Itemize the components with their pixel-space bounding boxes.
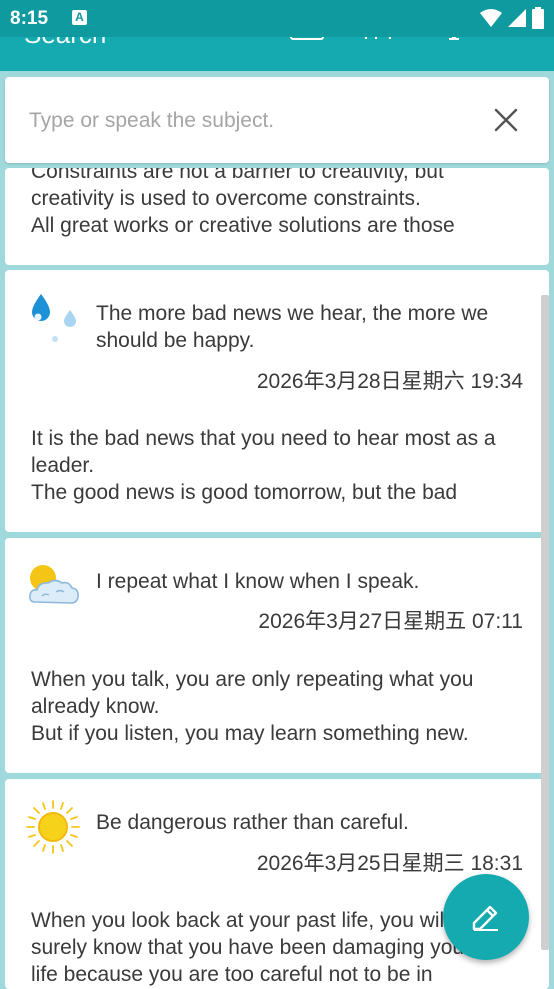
sunny-icon: [26, 800, 80, 854]
filter-icon[interactable]: [362, 37, 398, 45]
status-time: 8:15: [10, 8, 49, 29]
new-entry-button[interactable]: [443, 874, 529, 960]
entry-body: It is the bad news that you need to hear…: [31, 427, 496, 504]
keyboard-icon[interactable]: [290, 37, 324, 45]
info-icon[interactable]: [447, 37, 461, 45]
entry-date: 2026年3月28日星期六 19:34: [256, 370, 523, 393]
status-bar: 8:15 A: [0, 0, 554, 37]
entry-body: When you talk, you are only repeating wh…: [31, 668, 474, 745]
entry-title: I repeat what I know when I speak.: [96, 570, 420, 593]
close-icon[interactable]: [491, 105, 521, 135]
toolbar-title: Search: [24, 37, 106, 50]
battery-icon: [532, 7, 544, 29]
toolbar: Search: [0, 37, 554, 71]
entry-date: 2026年3月25日星期三 18:31: [256, 852, 523, 875]
entry-card[interactable]: Constraints are not a barrier to creativ…: [5, 168, 549, 265]
entry-card[interactable]: The more bad news we hear, the more we s…: [5, 270, 549, 532]
partly-cloudy-icon: [29, 565, 79, 604]
entry-date: 2026年3月27日星期五 07:11: [258, 610, 523, 633]
search-bar: [5, 77, 549, 163]
entry-card[interactable]: I repeat what I know when I speak. 2026年…: [5, 538, 549, 773]
wifi-icon: [480, 9, 502, 27]
notification-icon: A: [72, 10, 87, 25]
entry-title: Be dangerous rather than careful.: [96, 811, 409, 834]
entry-body: Constraints are not a barrier to creativ…: [31, 168, 455, 237]
search-input[interactable]: [27, 105, 471, 137]
scrollbar[interactable]: [541, 295, 549, 950]
rain-drops-icon: [32, 294, 76, 342]
entry-title: The more bad news we hear, the more we s…: [96, 302, 489, 352]
more-icon[interactable]: [512, 37, 526, 45]
edit-icon: [472, 905, 498, 931]
status-icons: [480, 7, 544, 29]
signal-icon: [508, 9, 526, 27]
